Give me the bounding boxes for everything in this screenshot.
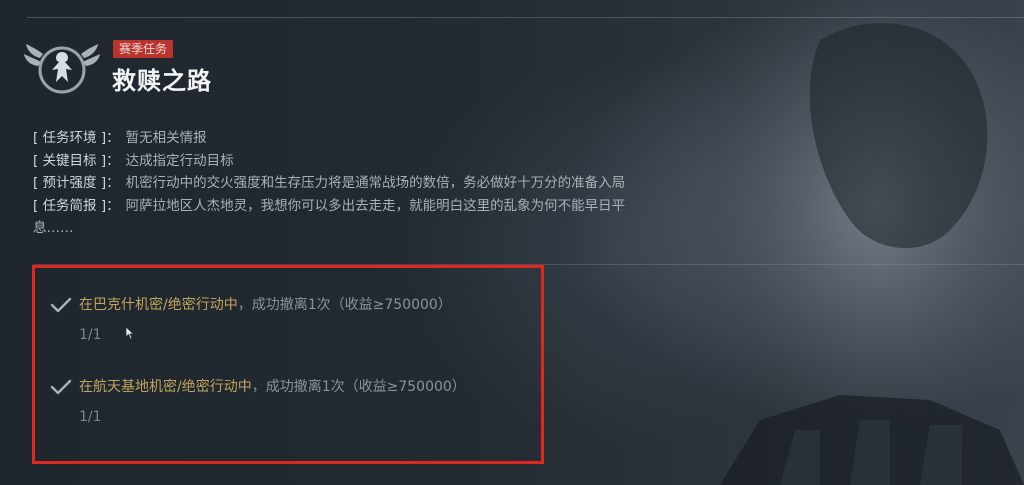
- background-character-art: [700, 0, 1024, 485]
- objectives-highlight-box: [32, 265, 544, 464]
- mission-title: 救赎之路: [112, 67, 212, 95]
- briefing-row-summary: [ 任务简报 ]： 阿萨拉地区人杰地灵，我想你可以多出去走走，就能明白这里的乱象为…: [33, 195, 733, 218]
- briefing-continuation: 息……: [33, 220, 74, 236]
- briefing-label: [ 任务环境 ]：: [33, 130, 120, 146]
- checkmark-icon: [50, 379, 72, 395]
- objective-location: 在航天基地机密/绝密行动中: [79, 379, 252, 395]
- objective-text: 在航天基地机密/绝密行动中，成功撤离1次（收益≥750000）: [79, 378, 466, 396]
- eagle-wings-emblem-icon: [24, 44, 100, 94]
- briefing-value: 暂无相关情报: [125, 130, 207, 146]
- checkmark-icon: [50, 297, 72, 313]
- objective-progress: 1/1: [79, 409, 102, 425]
- briefing-value: 达成指定行动目标: [125, 152, 234, 169]
- briefing-label: [ 关键目标 ]：: [33, 152, 120, 169]
- briefing-value: 机密行动中的交火强度和生存压力将是通常战场的数倍，务必做好十万分的准备入局: [125, 175, 626, 191]
- briefing-row-key-objective: [ 关键目标 ]： 达成指定行动目标: [33, 150, 733, 173]
- objective-progress: 1/1: [79, 327, 102, 343]
- mission-briefing: [ 任务环境 ]： 暂无相关情报 [ 关键目标 ]： 达成指定行动目标 [ 预计强度…: [33, 127, 733, 240]
- briefing-summary-continuation: 息……: [33, 217, 733, 240]
- objective-detail: ，成功撤离1次（收益≥750000）: [237, 297, 452, 313]
- briefing-value: 阿萨拉地区人杰地灵，我想你可以多出去走走，就能明白这里的乱象为何不能早日平: [125, 197, 626, 214]
- briefing-label: [ 任务简报 ]：: [33, 197, 120, 214]
- top-divider: [27, 17, 1024, 18]
- briefing-row-intensity: [ 预计强度 ]： 机密行动中的交火强度和生存压力将是通常战场的数倍，务必做好十万…: [33, 172, 733, 195]
- briefing-row-environment: [ 任务环境 ]： 暂无相关情报: [33, 127, 733, 150]
- objective-location: 在巴克什机密/绝密行动中: [79, 297, 238, 313]
- mouse-cursor-icon: [125, 326, 135, 340]
- mission-detail-panel: 赛季任务 救赎之路 [ 任务环境 ]： 暂无相关情报 [ 关键目标 ]： 达成指定行…: [0, 0, 1024, 485]
- objective-detail: ，成功撤离1次（收益≥750000）: [251, 379, 466, 395]
- objective-text: 在巴克什机密/绝密行动中，成功撤离1次（收益≥750000）: [79, 296, 452, 314]
- briefing-label: [ 预计强度 ]：: [33, 175, 120, 191]
- season-mission-badge: 赛季任务: [113, 40, 174, 58]
